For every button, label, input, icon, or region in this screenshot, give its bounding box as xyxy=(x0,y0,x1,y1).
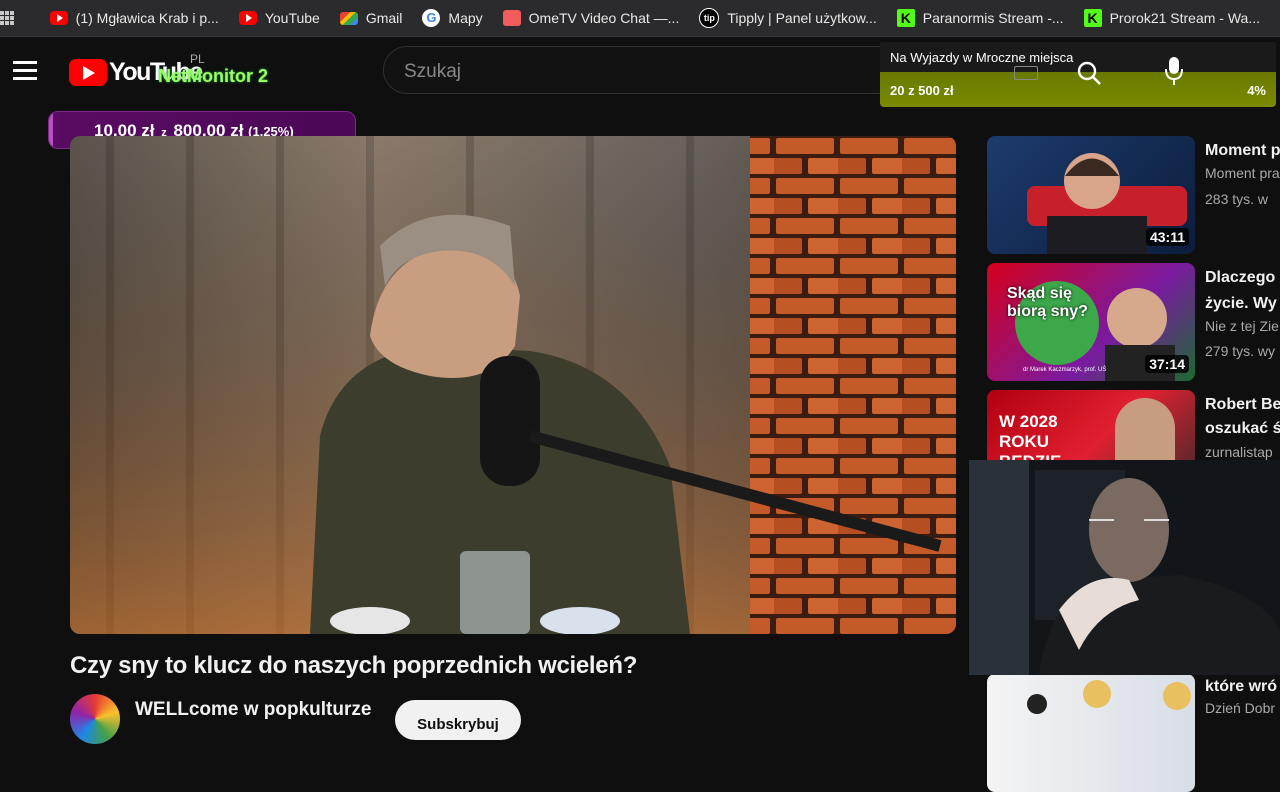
recommendation-channel[interactable]: Moment pra xyxy=(1205,165,1280,181)
goal-percent: 4% xyxy=(1247,83,1266,98)
microphone-icon[interactable] xyxy=(1164,56,1184,86)
video-frame xyxy=(70,136,956,634)
search-icon[interactable] xyxy=(1076,60,1102,86)
donation-progress-fill xyxy=(49,112,53,148)
recommendation-title[interactable]: Moment p xyxy=(1205,138,1280,164)
search-input[interactable]: Szukaj xyxy=(383,46,903,94)
bookmark-item[interactable]: K Paranormis Stream -... xyxy=(896,9,1064,27)
video-duration: 37:14 xyxy=(1145,355,1189,373)
recommendation-title-line2[interactable]: życie. Wy xyxy=(1205,291,1277,317)
video-duration: 43:11 xyxy=(1145,228,1189,246)
thumbnail-text: Skąd się biorą sny? xyxy=(1007,285,1088,320)
kick-icon: K xyxy=(896,9,915,27)
youtube-icon xyxy=(49,11,68,25)
bookmark-item[interactable]: Gmail xyxy=(339,10,402,26)
recommendation-title[interactable]: Dlaczego xyxy=(1205,265,1275,291)
apps-grid-icon[interactable] xyxy=(0,11,14,25)
bookmark-item[interactable]: YouTube xyxy=(238,10,320,26)
recommendation-title[interactable]: które wró xyxy=(1205,674,1277,700)
channel-name[interactable]: WELLcome w popkulturze xyxy=(135,699,371,721)
recommendation-channel[interactable]: Dzień Dobr xyxy=(1205,700,1275,716)
ometv-icon xyxy=(502,10,521,26)
video-title: Czy sny to klucz do naszych poprzednich … xyxy=(70,652,638,679)
recommendation-title-line2[interactable]: oszukać ś xyxy=(1205,416,1280,442)
overlay-brand: NetMonitor 2 xyxy=(158,66,268,86)
youtube-play-icon xyxy=(69,58,107,86)
bookmark-item[interactable]: OmeTV Video Chat —... xyxy=(502,10,679,26)
bookmark-item[interactable]: K Prorok21 Stream - Wa... xyxy=(1083,9,1260,27)
video-thumbnail[interactable]: Skąd się biorą sny? dr Marek Kaczmarzyk,… xyxy=(987,263,1195,381)
recommendation-item[interactable]: 43:11 Moment p Moment pra 283 tys. w xyxy=(987,136,1280,254)
recommendation-channel[interactable]: Nie z tej Zie xyxy=(1205,318,1279,334)
video-thumbnail[interactable]: 43:11 xyxy=(987,136,1195,254)
bookmark-item[interactable]: (1) Mgławica Krab i p... xyxy=(49,10,219,26)
subscribe-button[interactable]: Subskrybuj xyxy=(395,700,521,740)
goal-title: Na Wyjazdy w Mroczne miejsca xyxy=(890,50,1074,65)
region-label: PL xyxy=(190,52,205,66)
gmail-icon xyxy=(339,11,358,25)
goal-amount: 20 z 500 zł xyxy=(890,83,954,98)
bookmark-item[interactable]: G Mapy xyxy=(422,9,483,27)
search-placeholder: Szukaj xyxy=(404,61,462,82)
bookmark-item[interactable]: tip Tipply | Panel użytkow... xyxy=(699,8,877,28)
recommendation-views: 279 tys. wy xyxy=(1205,343,1276,359)
bookmarks-bar: (1) Mgławica Krab i p... YouTube Gmail G… xyxy=(0,0,1280,37)
recommendation-views: 283 tys. w xyxy=(1205,191,1269,207)
video-player[interactable] xyxy=(70,136,956,634)
thumbnail-subtext: dr Marek Kaczmarzyk, prof. UŚ xyxy=(1023,367,1107,373)
channel-avatar[interactable] xyxy=(70,694,120,744)
tipply-icon: tip xyxy=(699,8,720,28)
youtube-icon xyxy=(238,11,257,25)
video-thumbnail[interactable] xyxy=(987,674,1195,792)
recommendation-item[interactable]: które wró Dzień Dobr xyxy=(987,674,1280,792)
google-icon: G xyxy=(422,9,441,27)
recommendation-title[interactable]: Robert Be xyxy=(1205,392,1280,418)
menu-icon[interactable] xyxy=(13,61,37,81)
webcam-image xyxy=(969,460,1280,675)
keyboard-icon[interactable] xyxy=(1014,66,1038,80)
thumbnail-image xyxy=(1027,680,1191,714)
webcam-overlay xyxy=(969,460,1280,675)
recommendation-channel[interactable]: zurnalistap xyxy=(1205,444,1273,460)
recommendation-item[interactable]: Skąd się biorą sny? dr Marek Kaczmarzyk,… xyxy=(987,263,1280,381)
kick-icon: K xyxy=(1083,9,1102,27)
